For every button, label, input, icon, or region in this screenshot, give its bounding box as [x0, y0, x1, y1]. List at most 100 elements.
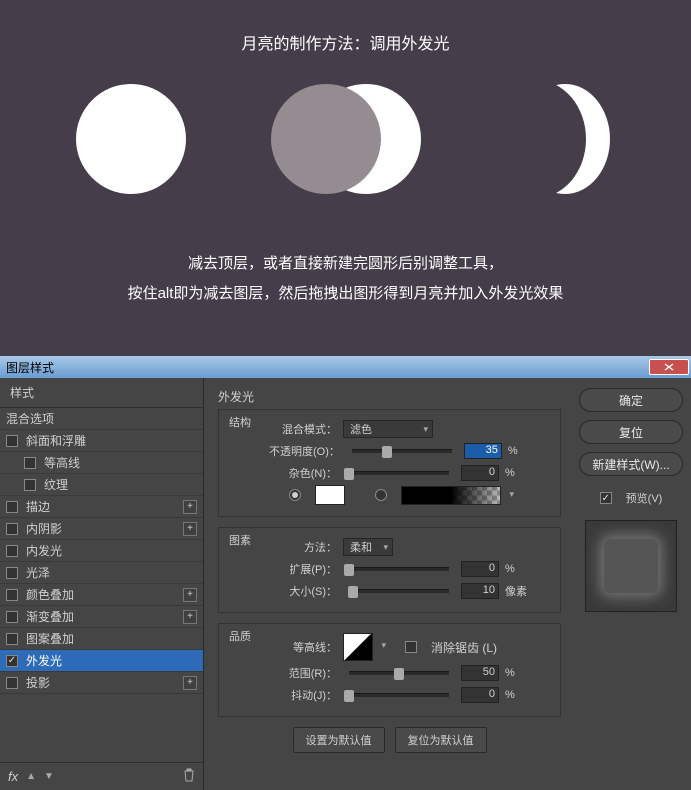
noise-input[interactable]: 0 [461, 465, 499, 481]
spread-label: 扩展(P)： [269, 561, 337, 577]
new-style-button[interactable]: 新建样式(W)... [579, 452, 683, 476]
style-label: 描边 [26, 498, 50, 515]
style-item-texture[interactable]: 纹理 [0, 474, 203, 496]
contour-label: 等高线： [269, 639, 337, 655]
technique-select[interactable]: 柔和 [343, 538, 393, 556]
style-label: 外发光 [26, 652, 62, 669]
slider-thumb[interactable] [344, 564, 354, 576]
shape-subtract-pair [271, 84, 421, 194]
slider-thumb[interactable] [344, 468, 354, 480]
styles-panel: 样式 混合选项 斜面和浮雕 等高线 纹理 描边+ 内阴影+ 内发光 光泽 颜色叠… [0, 378, 204, 790]
quality-fieldset: 品质 等高线： 消除锯齿 (L) 范围(R)： 50 % 抖动(J)： 0 % [218, 623, 561, 717]
style-item-drop-shadow[interactable]: 投影 + [0, 672, 203, 694]
spread-input[interactable]: 0 [461, 561, 499, 577]
slider-thumb[interactable] [382, 446, 392, 458]
checkbox-checked[interactable] [6, 655, 18, 667]
style-label: 内阴影 [26, 520, 62, 537]
range-input[interactable]: 50 [461, 665, 499, 681]
checkbox[interactable] [6, 435, 18, 447]
make-default-button[interactable]: 设置为默认值 [293, 727, 385, 753]
blend-mode-select[interactable]: 滤色 [343, 420, 433, 438]
style-item-inner-shadow[interactable]: 内阴影 + [0, 518, 203, 540]
jitter-slider[interactable] [349, 693, 449, 697]
style-label: 颜色叠加 [26, 586, 74, 603]
technique-label: 方法： [269, 539, 337, 555]
tutorial-title: 月亮的制作方法：调用外发光 [0, 30, 691, 54]
elements-fieldset: 图素 方法： 柔和 扩展(P)： 0 % 大小(S)： 10 像素 [218, 527, 561, 613]
anti-alias-checkbox[interactable] [405, 641, 417, 653]
cancel-button[interactable]: 复位 [579, 420, 683, 444]
checkbox[interactable] [6, 545, 18, 557]
color-radio[interactable] [289, 489, 301, 501]
style-item-bevel-emboss[interactable]: 斜面和浮雕 [0, 430, 203, 452]
color-swatch[interactable] [315, 485, 345, 505]
checkbox[interactable] [6, 501, 18, 513]
dialog-title: 图层样式 [6, 359, 54, 376]
style-label: 渐变叠加 [26, 608, 74, 625]
slider-thumb[interactable] [348, 586, 358, 598]
contour-swatch[interactable] [343, 633, 373, 661]
fx-label[interactable]: fx [8, 769, 18, 784]
style-item-inner-glow[interactable]: 内发光 [0, 540, 203, 562]
elements-label: 图素 [229, 532, 251, 548]
preview-effect [604, 539, 658, 593]
structure-label: 结构 [229, 414, 251, 430]
plus-icon[interactable]: + [183, 588, 197, 602]
style-item-outer-glow[interactable]: 外发光 [0, 650, 203, 672]
tutorial-text: 减去顶层，或者直接新建完圆形后别调整工具， 按住alt即为减去图层，然后拖拽出图… [0, 249, 691, 309]
style-item-contour[interactable]: 等高线 [0, 452, 203, 474]
checkbox[interactable] [6, 611, 18, 623]
size-input[interactable]: 10 [461, 583, 499, 599]
noise-slider[interactable] [349, 471, 449, 475]
opacity-label: 不透明度(O)： [269, 443, 340, 459]
slider-thumb[interactable] [344, 690, 354, 702]
style-label: 混合选项 [6, 410, 54, 427]
checkbox[interactable] [6, 523, 18, 535]
plus-icon[interactable]: + [183, 610, 197, 624]
checkbox[interactable] [6, 633, 18, 645]
ok-button[interactable]: 确定 [579, 388, 683, 412]
trash-icon[interactable] [183, 768, 195, 785]
blend-mode-value: 滤色 [350, 421, 372, 437]
size-slider[interactable] [349, 589, 449, 593]
checkbox[interactable] [6, 677, 18, 689]
preview-box [585, 520, 677, 612]
plus-icon[interactable]: + [183, 500, 197, 514]
reset-default-button[interactable]: 复位为默认值 [395, 727, 487, 753]
plus-icon[interactable]: + [183, 522, 197, 536]
checkbox[interactable] [24, 457, 36, 469]
structure-fieldset: 结构 混合模式： 滤色 不透明度(O)： 35 % 杂色(N)： 0 % [218, 409, 561, 517]
style-label: 图案叠加 [26, 630, 74, 647]
range-slider[interactable] [349, 671, 449, 675]
arrow-down-icon[interactable]: ▼ [44, 771, 54, 782]
style-item-color-overlay[interactable]: 颜色叠加 + [0, 584, 203, 606]
spread-slider[interactable] [349, 567, 449, 571]
preview-label: 预览(V) [626, 490, 663, 506]
jitter-input[interactable]: 0 [461, 687, 499, 703]
dialog-titlebar[interactable]: 图层样式 [0, 356, 691, 378]
style-item-satin[interactable]: 光泽 [0, 562, 203, 584]
style-label: 投影 [26, 674, 50, 691]
opacity-input[interactable]: 35 [464, 443, 502, 459]
arrow-up-icon[interactable]: ▲ [26, 771, 36, 782]
technique-value: 柔和 [350, 539, 372, 555]
percent-unit: % [505, 467, 529, 479]
pixels-unit: 像素 [505, 583, 529, 599]
checkbox[interactable] [6, 567, 18, 579]
plus-icon[interactable]: + [183, 676, 197, 690]
style-item-blend-options[interactable]: 混合选项 [0, 408, 203, 430]
slider-thumb[interactable] [394, 668, 404, 680]
noise-label: 杂色(N)： [269, 465, 337, 481]
preview-checkbox[interactable] [600, 492, 612, 504]
gradient-swatch[interactable] [401, 486, 501, 505]
close-button[interactable] [649, 359, 689, 375]
range-label: 范围(R)： [269, 665, 337, 681]
opacity-slider[interactable] [352, 449, 452, 453]
gradient-radio[interactable] [375, 489, 387, 501]
style-item-gradient-overlay[interactable]: 渐变叠加 + [0, 606, 203, 628]
checkbox[interactable] [24, 479, 36, 491]
tutorial-line2: 按住alt即为减去图层，然后拖拽出图形得到月亮并加入外发光效果 [0, 279, 691, 309]
style-item-pattern-overlay[interactable]: 图案叠加 [0, 628, 203, 650]
checkbox[interactable] [6, 589, 18, 601]
style-item-stroke[interactable]: 描边 + [0, 496, 203, 518]
